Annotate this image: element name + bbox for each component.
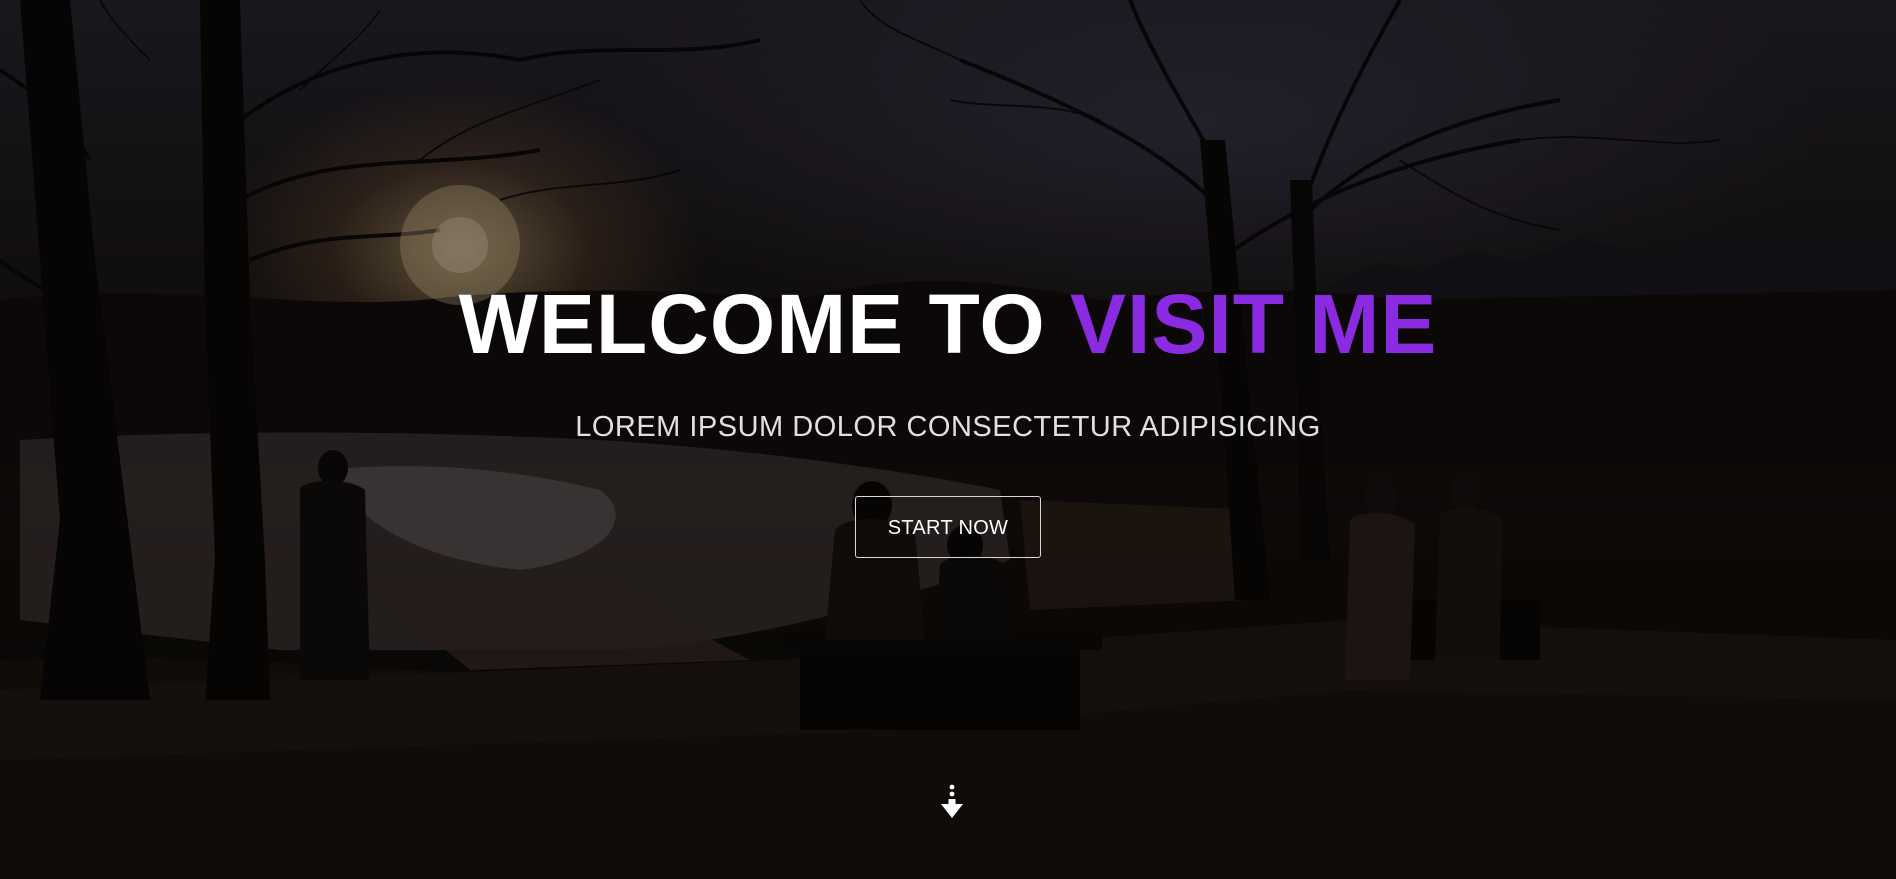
scroll-down-button[interactable] [938,784,966,820]
arrow-down-icon [941,784,963,818]
headline-part-white: WELCOME TO [458,277,1071,371]
hero-subtitle: LOREM IPSUM DOLOR CONSECTETUR ADIPISICIN… [575,411,1321,443]
start-now-button[interactable]: START NOW [855,496,1041,558]
hero-section: WELCOME TO VISIT ME LOREM IPSUM DOLOR CO… [0,0,1896,879]
hero-headline: WELCOME TO VISIT ME [0,282,1896,366]
hero-content: WELCOME TO VISIT ME LOREM IPSUM DOLOR CO… [0,282,1896,558]
headline-part-accent: VISIT ME [1070,277,1438,371]
